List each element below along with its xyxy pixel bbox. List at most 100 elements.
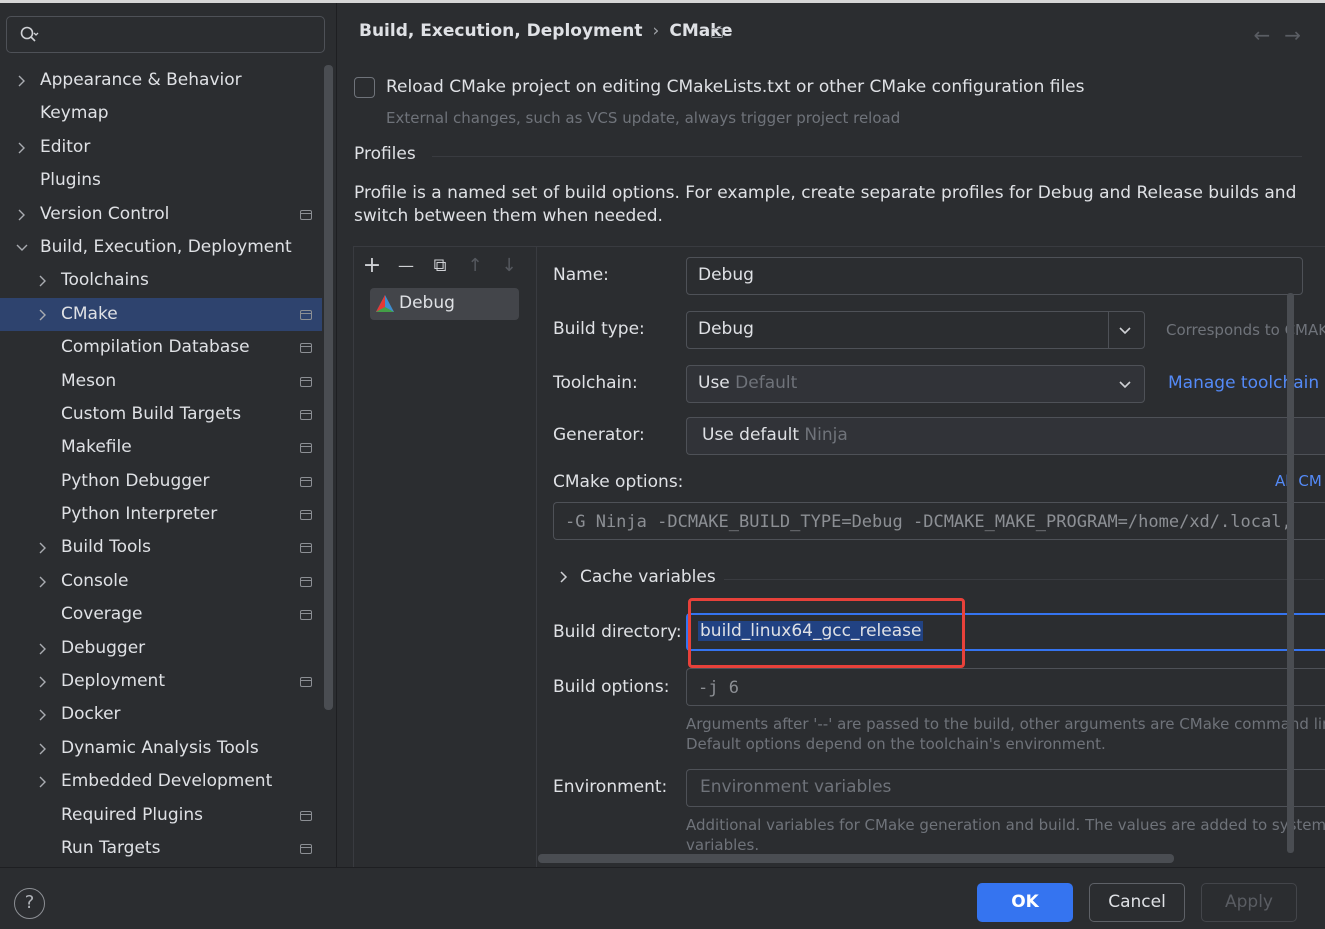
chevron-right-icon[interactable] xyxy=(37,676,49,688)
toolchain-select[interactable]: Use Default xyxy=(686,365,1145,403)
search-input[interactable] xyxy=(6,16,325,53)
breadcrumb-separator: › xyxy=(652,21,660,41)
sidebar-item-docker[interactable]: Docker xyxy=(0,698,322,731)
build-options-field[interactable]: -j 6 xyxy=(686,668,1325,706)
environment-field[interactable]: Environment variables xyxy=(686,769,1325,807)
name-field[interactable]: Debug xyxy=(686,257,1303,295)
page-scope-icon xyxy=(300,543,312,554)
sidebar-item-label: Python Debugger xyxy=(61,470,210,491)
sidebar-item-debugger[interactable]: Debugger xyxy=(0,632,322,665)
sidebar-item-coverage[interactable]: Coverage xyxy=(0,598,322,631)
chevron-right-icon[interactable] xyxy=(16,209,28,221)
generator-select[interactable]: Use default Ninja xyxy=(686,417,1325,455)
cache-variables-toggle[interactable]: Cache variables xyxy=(580,567,716,587)
sidebar-item-label: Makefile xyxy=(61,437,132,458)
chevron-right-icon[interactable] xyxy=(37,743,49,755)
chevron-right-icon[interactable] xyxy=(37,709,49,721)
sidebar-item-build-execution-deployment[interactable]: Build, Execution, Deployment xyxy=(0,231,322,264)
profile-item-label: Debug xyxy=(399,293,455,313)
name-value: Debug xyxy=(698,265,754,285)
move-down-button[interactable]: ↓ xyxy=(498,255,520,277)
page-scope-icon xyxy=(300,810,312,821)
build-options-value: -j 6 xyxy=(698,678,739,698)
sidebar-item-embedded-development[interactable]: Embedded Development xyxy=(0,765,322,798)
name-label: Name: xyxy=(553,265,609,285)
chevron-down-icon[interactable] xyxy=(1118,380,1132,390)
sidebar-item-build-tools[interactable]: Build Tools xyxy=(0,531,322,564)
sidebar-item-custom-build-targets[interactable]: Custom Build Targets xyxy=(0,398,322,431)
cache-divider xyxy=(724,579,1324,580)
chevron-right-icon[interactable] xyxy=(37,542,49,554)
sidebar-item-console[interactable]: Console xyxy=(0,565,322,598)
form-horizontal-scrollbar[interactable] xyxy=(538,854,1174,863)
reload-checkbox[interactable] xyxy=(354,77,375,98)
sidebar-item-python-interpreter[interactable]: Python Interpreter xyxy=(0,498,322,531)
manage-toolchains-link[interactable]: Manage toolchain xyxy=(1168,373,1319,393)
page-scope-icon xyxy=(300,576,312,587)
dialog-footer: ? OK Cancel Apply xyxy=(0,867,1325,929)
page-scope-icon xyxy=(300,376,312,387)
profile-form: Name: Debug Build type: Debug Correspond… xyxy=(538,247,1325,868)
cancel-button[interactable]: Cancel xyxy=(1089,883,1185,922)
cmake-options-field[interactable]: -G Ninja -DCMAKE_BUILD_TYPE=Debug -DCMAK… xyxy=(553,502,1325,540)
chevron-down-icon[interactable] xyxy=(1118,326,1132,336)
sidebar-item-run-targets[interactable]: Run Targets xyxy=(0,832,322,865)
breadcrumb: Build, Execution, Deployment › CMake xyxy=(359,21,733,41)
chevron-right-icon[interactable] xyxy=(16,75,28,87)
cmake-icon xyxy=(376,295,394,312)
sidebar-item-label: Coverage xyxy=(61,604,143,625)
add-profile-button[interactable]: + xyxy=(361,255,383,277)
chevron-right-icon[interactable] xyxy=(37,776,49,788)
sidebar-item-label: Editor xyxy=(40,136,91,157)
all-cmake-options-link[interactable]: All CM xyxy=(1275,472,1322,490)
sidebar-item-compilation-database[interactable]: Compilation Database xyxy=(0,331,322,364)
sidebar-item-label: Docker xyxy=(61,704,121,725)
build-type-label: Build type: xyxy=(553,319,645,339)
forward-arrow-icon[interactable]: → xyxy=(1284,23,1315,47)
ok-button[interactable]: OK xyxy=(977,883,1073,922)
breadcrumb-parent[interactable]: Build, Execution, Deployment xyxy=(359,21,643,41)
search-icon xyxy=(20,26,39,42)
page-scope-icon xyxy=(300,443,312,454)
copy-profile-button[interactable]: ⧉ xyxy=(429,255,451,277)
sidebar-item-meson[interactable]: Meson xyxy=(0,365,322,398)
sidebar-scrollbar[interactable] xyxy=(324,65,333,710)
chevron-right-icon[interactable] xyxy=(37,309,49,321)
sidebar-item-editor[interactable]: Editor xyxy=(0,131,322,164)
form-vertical-scrollbar[interactable] xyxy=(1287,293,1294,853)
sidebar-item-deployment[interactable]: Deployment xyxy=(0,665,322,698)
chevron-right-icon[interactable] xyxy=(37,576,49,588)
sidebar-item-appearance-behavior[interactable]: Appearance & Behavior xyxy=(0,64,322,97)
back-arrow-icon[interactable]: ← xyxy=(1253,23,1284,47)
sidebar-item-label: Meson xyxy=(61,370,117,391)
chevron-right-icon[interactable] xyxy=(558,571,568,583)
build-type-select[interactable]: Debug xyxy=(686,311,1145,349)
chevron-down-icon[interactable] xyxy=(16,242,28,254)
environment-hint-1: Additional variables for CMake generatio… xyxy=(686,816,1325,834)
sidebar-item-toolchains[interactable]: Toolchains xyxy=(0,264,322,297)
chevron-right-icon[interactable] xyxy=(37,643,49,655)
sidebar-item-label: Dynamic Analysis Tools xyxy=(61,737,259,758)
sidebar-item-makefile[interactable]: Makefile xyxy=(0,431,322,464)
sidebar-item-required-plugins[interactable]: Required Plugins xyxy=(0,799,322,832)
reload-label[interactable]: Reload CMake project on editing CMakeLis… xyxy=(386,77,1085,97)
remove-profile-button[interactable]: — xyxy=(395,255,417,277)
sidebar-item-plugins[interactable]: Plugins xyxy=(0,164,322,197)
chevron-right-icon[interactable] xyxy=(37,275,49,287)
apply-button[interactable]: Apply xyxy=(1201,883,1297,922)
move-up-button[interactable]: ↑ xyxy=(464,255,486,277)
toolchain-label: Toolchain: xyxy=(553,373,638,393)
chevron-right-icon[interactable] xyxy=(16,142,28,154)
sidebar-item-python-debugger[interactable]: Python Debugger xyxy=(0,465,322,498)
profiles-list: + — ⧉ ↑ ↓ Debug xyxy=(354,247,537,868)
sidebar-item-label: Custom Build Targets xyxy=(61,403,242,424)
sidebar-item-label: Console xyxy=(61,570,129,591)
profiles-divider xyxy=(432,156,1302,157)
sidebar-item-dynamic-analysis-tools[interactable]: Dynamic Analysis Tools xyxy=(0,732,322,765)
sidebar-item-version-control[interactable]: Version Control xyxy=(0,198,322,231)
sidebar-item-keymap[interactable]: Keymap xyxy=(0,97,322,130)
help-button[interactable]: ? xyxy=(14,888,45,919)
sidebar-item-cmake[interactable]: CMake xyxy=(0,297,322,332)
sidebar-item-label: Required Plugins xyxy=(61,804,203,825)
profile-item-debug[interactable]: Debug xyxy=(370,288,519,320)
